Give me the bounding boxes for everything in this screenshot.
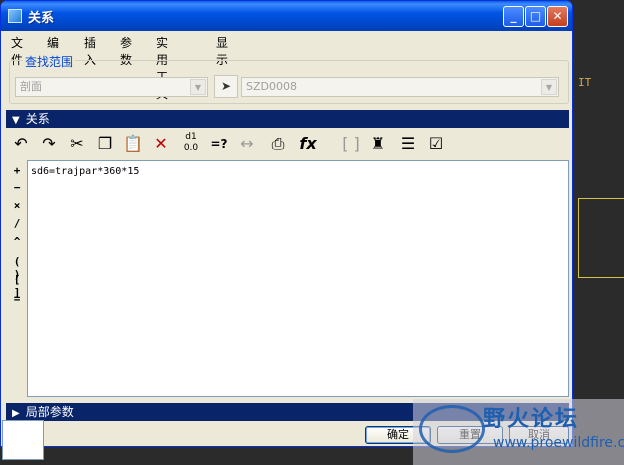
delete-icon[interactable]: ✕ <box>149 132 173 156</box>
relation-text: sd6=trajpar*360*15 <box>31 166 140 177</box>
function-icon[interactable]: fx <box>296 132 320 156</box>
relations-section-label: 关系 <box>25 112 50 126</box>
multiply-operator-button[interactable]: × <box>9 199 25 212</box>
show-icon[interactable]: ☑ <box>424 132 448 156</box>
verify-icon[interactable]: ♜ <box>366 132 390 156</box>
select-object-button[interactable]: ➤ <box>214 75 238 98</box>
close-button[interactable]: ✕ <box>547 6 568 27</box>
window-title: 关系 <box>28 11 55 26</box>
relations-section-header[interactable]: ▼ 关系 <box>6 110 569 128</box>
evaluate-icon[interactable]: =? <box>207 132 231 156</box>
paste-icon[interactable]: 📋 <box>121 132 145 156</box>
switch-dims-icon[interactable]: d1 0.0 <box>179 132 203 156</box>
chevron-down-icon: ▼ <box>541 79 557 95</box>
measure-icon: ↔ <box>240 134 254 153</box>
arrow-pointer-icon: ➤ <box>220 79 232 93</box>
maximize-button[interactable]: □ <box>525 6 546 27</box>
sort-icon[interactable]: ☰ <box>396 132 420 156</box>
copy-icon[interactable]: ❐ <box>93 132 117 156</box>
watermark: 野火论坛 www.proewildfire.cn <box>413 399 624 465</box>
expand-down-icon: ▼ <box>12 115 20 126</box>
local-params-section-label: 局部参数 <box>25 405 74 419</box>
watermark-logo <box>419 405 485 453</box>
title-bar[interactable]: 关系 _ □ ✕ <box>1 1 572 31</box>
plus-operator-button[interactable]: + <box>9 164 25 177</box>
watermark-title: 野火论坛 <box>483 407 580 432</box>
app-icon <box>8 9 22 23</box>
scope-item-value: SZD0008 <box>246 80 297 93</box>
scope-item-select[interactable]: SZD0008 ▼ <box>241 77 559 97</box>
cut-icon[interactable]: ✂ <box>65 132 89 156</box>
relations-editor[interactable]: sd6=trajpar*360*15 <box>27 160 569 397</box>
background-line <box>578 198 579 278</box>
search-scope-label: 查找范围 <box>23 53 76 70</box>
power-operator-button[interactable]: ^ <box>9 235 25 248</box>
scope-type-value: 剖面 <box>20 80 42 93</box>
minimize-button[interactable]: _ <box>503 6 524 27</box>
parentheses-icon: [ ] <box>342 134 360 153</box>
background-line <box>578 198 624 199</box>
divide-operator-button[interactable]: / <box>9 217 25 230</box>
background-label: IT <box>578 76 592 89</box>
chevron-down-icon: ▼ <box>190 79 206 95</box>
minus-operator-button[interactable]: − <box>9 181 25 194</box>
undo-icon[interactable]: ↶ <box>9 132 33 156</box>
relations-dialog: 关系 _ □ ✕ 文件 编辑 插入 参数 实用工具 显示 查找范围 剖面 ▼ ➤… <box>0 0 573 447</box>
watermark-url: www.proewildfire.cn <box>493 435 624 451</box>
redo-icon[interactable]: ↷ <box>37 132 61 156</box>
scope-type-select[interactable]: 剖面 ▼ <box>15 77 208 97</box>
background-line <box>578 277 624 278</box>
insert-from-list-icon[interactable]: ⎙ <box>266 132 290 156</box>
equals-operator-button[interactable]: = <box>9 292 25 305</box>
background-panel <box>2 420 44 460</box>
